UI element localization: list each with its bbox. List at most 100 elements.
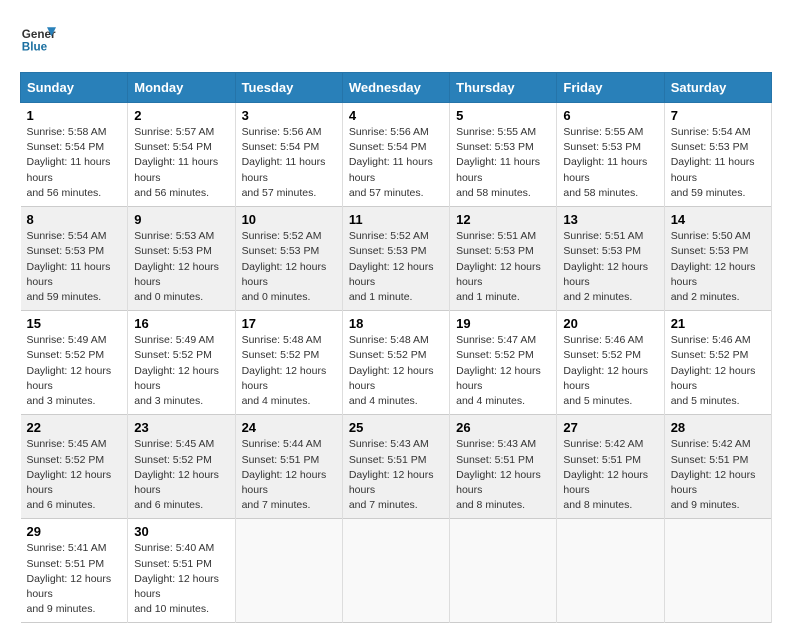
header-sunday: Sunday xyxy=(21,73,128,103)
page-header: General Blue xyxy=(20,20,772,56)
calendar-cell: 29 Sunrise: 5:41 AMSunset: 5:51 PMDayligh… xyxy=(21,519,128,623)
calendar-cell: 11 Sunrise: 5:52 AMSunset: 5:53 PMDayligh… xyxy=(342,207,449,311)
day-number: 1 xyxy=(27,108,122,123)
header-thursday: Thursday xyxy=(450,73,557,103)
day-info: Sunrise: 5:45 AMSunset: 5:52 PMDaylight:… xyxy=(27,437,122,513)
calendar-cell: 7 Sunrise: 5:54 AMSunset: 5:53 PMDaylight… xyxy=(664,103,771,207)
calendar-cell: 3 Sunrise: 5:56 AMSunset: 5:54 PMDaylight… xyxy=(235,103,342,207)
day-number: 26 xyxy=(456,420,550,435)
day-number: 7 xyxy=(671,108,765,123)
day-info: Sunrise: 5:55 AMSunset: 5:53 PMDaylight:… xyxy=(456,125,550,201)
calendar-cell: 21Sunrise: 5:46 AMSunset: 5:52 PMDayligh… xyxy=(664,311,771,415)
header-monday: Monday xyxy=(128,73,235,103)
calendar-cell: 25 Sunrise: 5:43 AMSunset: 5:51 PMDayligh… xyxy=(342,415,449,519)
calendar-cell: 14 Sunrise: 5:50 AMSunset: 5:53 PMDayligh… xyxy=(664,207,771,311)
day-number: 16 xyxy=(134,316,228,331)
day-info: Sunrise: 5:51 AMSunset: 5:53 PMDaylight:… xyxy=(456,229,550,305)
calendar-cell: 4 Sunrise: 5:56 AMSunset: 5:54 PMDaylight… xyxy=(342,103,449,207)
calendar-cell: 13 Sunrise: 5:51 AMSunset: 5:53 PMDayligh… xyxy=(557,207,664,311)
day-info: Sunrise: 5:46 AMSunset: 5:52 PMDaylight:… xyxy=(671,333,765,409)
calendar-table: SundayMondayTuesdayWednesdayThursdayFrid… xyxy=(20,72,772,623)
calendar-week-row: 15Sunrise: 5:49 AMSunset: 5:52 PMDayligh… xyxy=(21,311,772,415)
day-info: Sunrise: 5:54 AMSunset: 5:53 PMDaylight:… xyxy=(27,229,122,305)
day-number: 10 xyxy=(242,212,336,227)
day-number: 23 xyxy=(134,420,228,435)
calendar-cell: 26 Sunrise: 5:43 AMSunset: 5:51 PMDayligh… xyxy=(450,415,557,519)
day-number: 28 xyxy=(671,420,765,435)
calendar-cell: 15Sunrise: 5:49 AMSunset: 5:52 PMDayligh… xyxy=(21,311,128,415)
header-saturday: Saturday xyxy=(664,73,771,103)
day-number: 4 xyxy=(349,108,443,123)
day-info: Sunrise: 5:48 AMSunset: 5:52 PMDaylight:… xyxy=(349,333,443,409)
day-info: Sunrise: 5:44 AMSunset: 5:51 PMDaylight:… xyxy=(242,437,336,513)
day-number: 13 xyxy=(563,212,657,227)
calendar-cell: 19Sunrise: 5:47 AMSunset: 5:52 PMDayligh… xyxy=(450,311,557,415)
day-number: 17 xyxy=(242,316,336,331)
day-info: Sunrise: 5:49 AMSunset: 5:52 PMDaylight:… xyxy=(27,333,122,409)
day-info: Sunrise: 5:49 AMSunset: 5:52 PMDaylight:… xyxy=(134,333,228,409)
calendar-cell: 1 Sunrise: 5:58 AMSunset: 5:54 PMDaylight… xyxy=(21,103,128,207)
day-number: 22 xyxy=(27,420,122,435)
calendar-cell: 5 Sunrise: 5:55 AMSunset: 5:53 PMDaylight… xyxy=(450,103,557,207)
calendar-cell: 22 Sunrise: 5:45 AMSunset: 5:52 PMDayligh… xyxy=(21,415,128,519)
calendar-cell: 27Sunrise: 5:42 AMSunset: 5:51 PMDayligh… xyxy=(557,415,664,519)
calendar-week-row: 1 Sunrise: 5:58 AMSunset: 5:54 PMDaylight… xyxy=(21,103,772,207)
calendar-header-row: SundayMondayTuesdayWednesdayThursdayFrid… xyxy=(21,73,772,103)
day-info: Sunrise: 5:52 AMSunset: 5:53 PMDaylight:… xyxy=(242,229,336,305)
day-info: Sunrise: 5:42 AMSunset: 5:51 PMDaylight:… xyxy=(563,437,657,513)
calendar-cell: 9Sunrise: 5:53 AMSunset: 5:53 PMDaylight… xyxy=(128,207,235,311)
svg-text:Blue: Blue xyxy=(22,41,48,54)
day-info: Sunrise: 5:56 AMSunset: 5:54 PMDaylight:… xyxy=(349,125,443,201)
calendar-week-row: 22 Sunrise: 5:45 AMSunset: 5:52 PMDayligh… xyxy=(21,415,772,519)
day-info: Sunrise: 5:57 AMSunset: 5:54 PMDaylight:… xyxy=(134,125,228,201)
day-number: 29 xyxy=(27,524,122,539)
day-info: Sunrise: 5:45 AMSunset: 5:52 PMDaylight:… xyxy=(134,437,228,513)
day-number: 12 xyxy=(456,212,550,227)
day-number: 5 xyxy=(456,108,550,123)
day-info: Sunrise: 5:51 AMSunset: 5:53 PMDaylight:… xyxy=(563,229,657,305)
calendar-cell xyxy=(235,519,342,623)
day-info: Sunrise: 5:43 AMSunset: 5:51 PMDaylight:… xyxy=(456,437,550,513)
calendar-cell: 2Sunrise: 5:57 AMSunset: 5:54 PMDaylight… xyxy=(128,103,235,207)
day-number: 25 xyxy=(349,420,443,435)
day-info: Sunrise: 5:53 AMSunset: 5:53 PMDaylight:… xyxy=(134,229,228,305)
calendar-cell: 18Sunrise: 5:48 AMSunset: 5:52 PMDayligh… xyxy=(342,311,449,415)
header-wednesday: Wednesday xyxy=(342,73,449,103)
day-info: Sunrise: 5:50 AMSunset: 5:53 PMDaylight:… xyxy=(671,229,765,305)
calendar-cell: 24Sunrise: 5:44 AMSunset: 5:51 PMDayligh… xyxy=(235,415,342,519)
day-info: Sunrise: 5:41 AMSunset: 5:51 PMDaylight:… xyxy=(27,541,122,617)
day-info: Sunrise: 5:54 AMSunset: 5:53 PMDaylight:… xyxy=(671,125,765,201)
logo: General Blue xyxy=(20,20,62,56)
header-tuesday: Tuesday xyxy=(235,73,342,103)
calendar-cell xyxy=(557,519,664,623)
calendar-cell: 23 Sunrise: 5:45 AMSunset: 5:52 PMDayligh… xyxy=(128,415,235,519)
header-friday: Friday xyxy=(557,73,664,103)
day-info: Sunrise: 5:58 AMSunset: 5:54 PMDaylight:… xyxy=(27,125,122,201)
calendar-cell xyxy=(664,519,771,623)
calendar-cell xyxy=(342,519,449,623)
logo-icon: General Blue xyxy=(20,20,56,56)
day-info: Sunrise: 5:56 AMSunset: 5:54 PMDaylight:… xyxy=(242,125,336,201)
day-info: Sunrise: 5:55 AMSunset: 5:53 PMDaylight:… xyxy=(563,125,657,201)
calendar-cell: 8 Sunrise: 5:54 AMSunset: 5:53 PMDaylight… xyxy=(21,207,128,311)
day-number: 3 xyxy=(242,108,336,123)
calendar-cell: 20 Sunrise: 5:46 AMSunset: 5:52 PMDayligh… xyxy=(557,311,664,415)
day-info: Sunrise: 5:48 AMSunset: 5:52 PMDaylight:… xyxy=(242,333,336,409)
day-number: 8 xyxy=(27,212,122,227)
day-info: Sunrise: 5:42 AMSunset: 5:51 PMDaylight:… xyxy=(671,437,765,513)
day-number: 14 xyxy=(671,212,765,227)
calendar-cell xyxy=(450,519,557,623)
calendar-cell: 30 Sunrise: 5:40 AMSunset: 5:51 PMDayligh… xyxy=(128,519,235,623)
day-info: Sunrise: 5:40 AMSunset: 5:51 PMDaylight:… xyxy=(134,541,228,617)
day-number: 19 xyxy=(456,316,550,331)
day-info: Sunrise: 5:43 AMSunset: 5:51 PMDaylight:… xyxy=(349,437,443,513)
day-info: Sunrise: 5:46 AMSunset: 5:52 PMDaylight:… xyxy=(563,333,657,409)
calendar-cell: 10 Sunrise: 5:52 AMSunset: 5:53 PMDayligh… xyxy=(235,207,342,311)
day-number: 20 xyxy=(563,316,657,331)
day-number: 30 xyxy=(134,524,228,539)
day-number: 11 xyxy=(349,212,443,227)
calendar-cell: 28 Sunrise: 5:42 AMSunset: 5:51 PMDayligh… xyxy=(664,415,771,519)
day-info: Sunrise: 5:52 AMSunset: 5:53 PMDaylight:… xyxy=(349,229,443,305)
calendar-cell: 6Sunrise: 5:55 AMSunset: 5:53 PMDaylight… xyxy=(557,103,664,207)
calendar-cell: 17 Sunrise: 5:48 AMSunset: 5:52 PMDayligh… xyxy=(235,311,342,415)
